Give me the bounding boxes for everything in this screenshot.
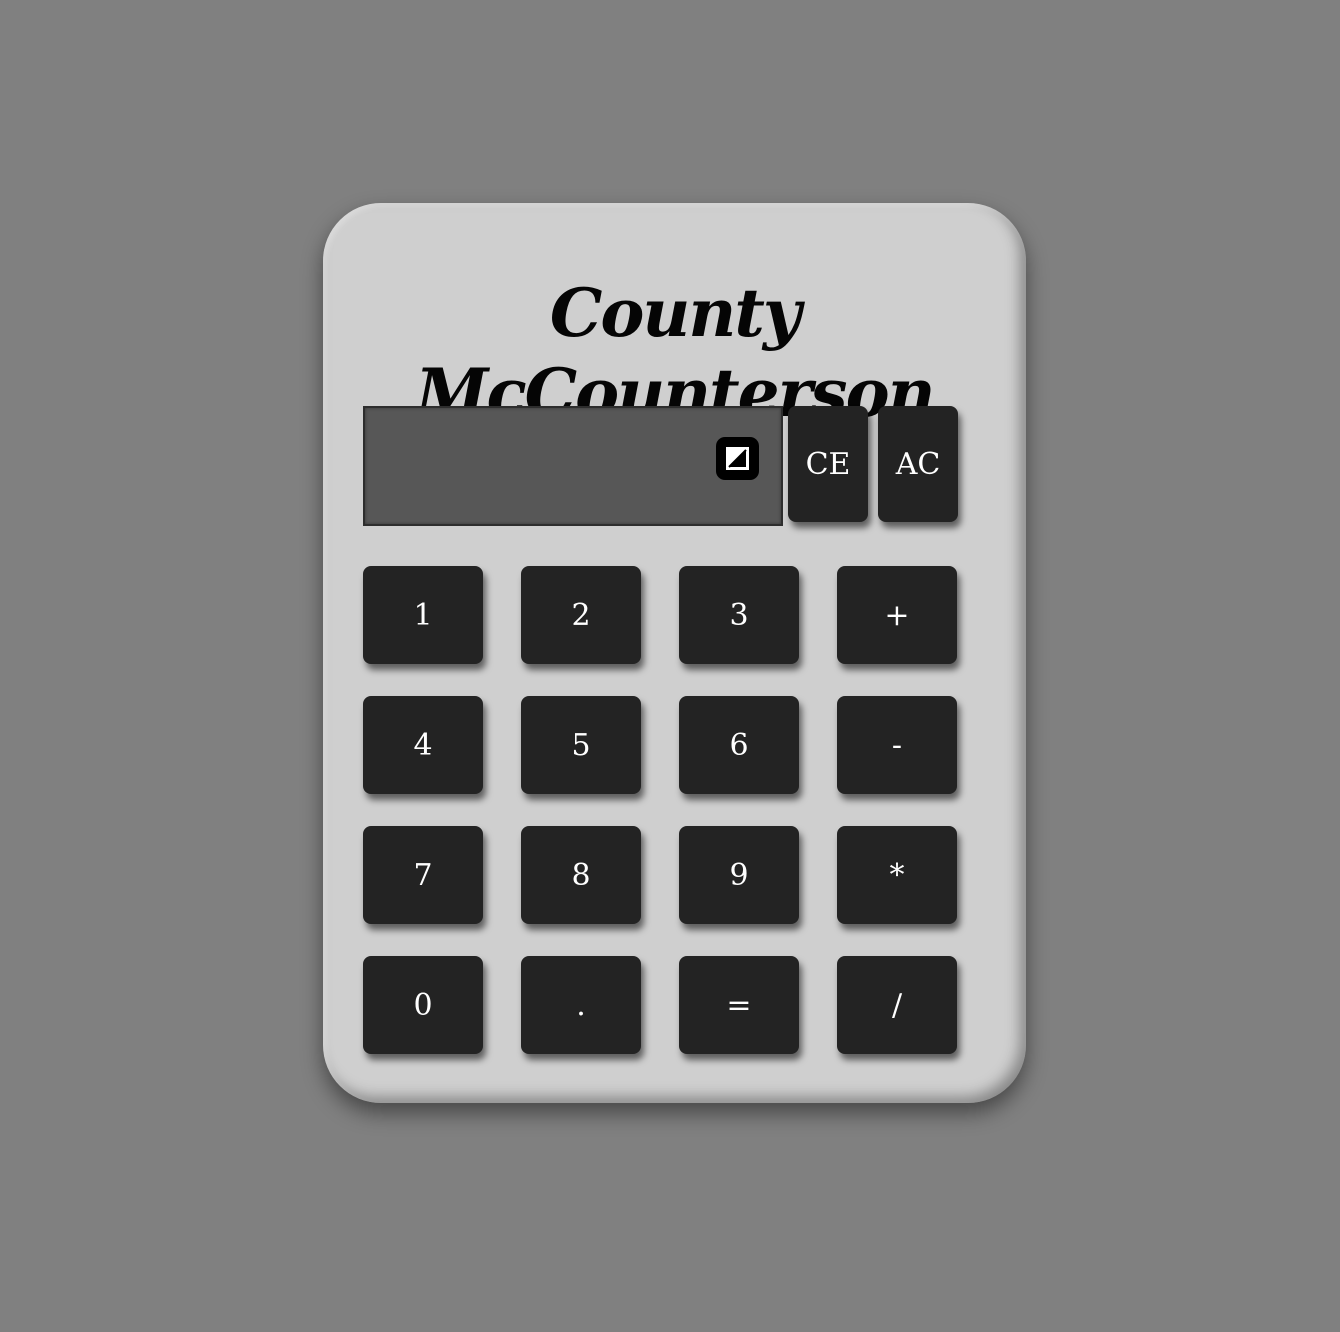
key-5[interactable]: 5	[521, 696, 641, 794]
key-add[interactable]: +	[837, 566, 957, 664]
key-4[interactable]: 4	[363, 696, 483, 794]
key-7[interactable]: 7	[363, 826, 483, 924]
key-3[interactable]: 3	[679, 566, 799, 664]
all-clear-button[interactable]: AC	[878, 406, 958, 522]
key-0[interactable]: 0	[363, 956, 483, 1054]
key-1[interactable]: 1	[363, 566, 483, 664]
key-divide[interactable]: /	[837, 956, 957, 1054]
key-equals[interactable]: =	[679, 956, 799, 1054]
calculator-body: County McCounterson CE AC 1 2 3 + 4 5 6 …	[323, 203, 1026, 1103]
clear-entry-button[interactable]: CE	[788, 406, 868, 522]
key-subtract[interactable]: -	[837, 696, 957, 794]
key-6[interactable]: 6	[679, 696, 799, 794]
broken-image-icon	[716, 437, 759, 480]
key-decimal[interactable]: .	[521, 956, 641, 1054]
key-9[interactable]: 9	[679, 826, 799, 924]
key-multiply[interactable]: *	[837, 826, 957, 924]
key-8[interactable]: 8	[521, 826, 641, 924]
key-2[interactable]: 2	[521, 566, 641, 664]
calculator-display	[363, 406, 783, 526]
